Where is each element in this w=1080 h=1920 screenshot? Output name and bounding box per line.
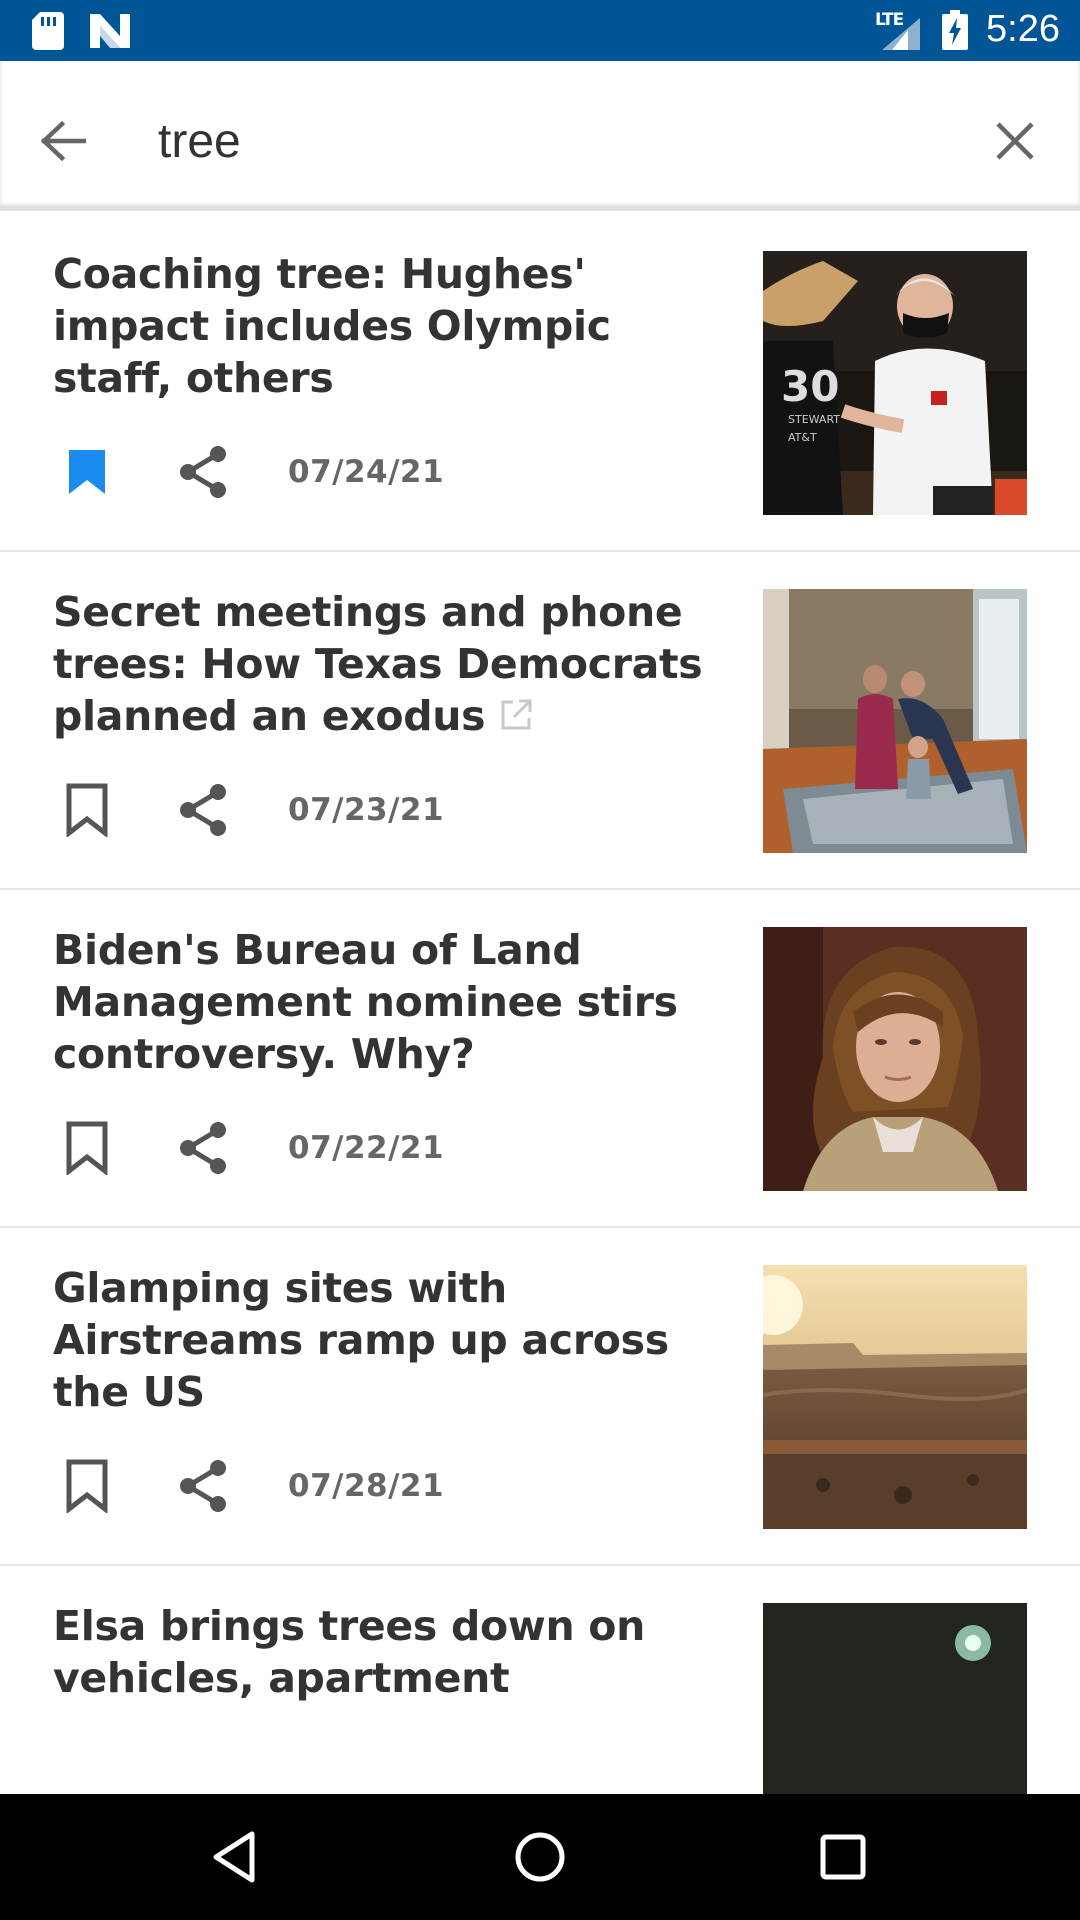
result-headline[interactable]: Glamping sites with Airstreams ramp up a…: [53, 1262, 723, 1418]
close-icon: [996, 122, 1034, 160]
result-item[interactable]: Glamping sites with Airstreams ramp up a…: [0, 1228, 1080, 1566]
basketball-coach-photo: 30 STEWART AT&T: [763, 251, 1027, 515]
result-actions: 07/23/21: [53, 780, 613, 840]
circle-home-icon[interactable]: [505, 1822, 575, 1892]
nominee-portrait-photo: [763, 927, 1027, 1191]
bookmark-button[interactable]: [59, 780, 115, 840]
result-actions: 07/24/21: [53, 442, 613, 502]
family-indoors-photo: [763, 589, 1027, 853]
search-header: [0, 61, 1080, 211]
battery-charging-icon: [942, 10, 968, 50]
result-date: 07/22/21: [288, 1130, 445, 1166]
result-thumbnail[interactable]: [763, 1265, 1027, 1529]
result-date: 07/28/21: [288, 1468, 445, 1504]
svg-text:AT&T: AT&T: [788, 431, 817, 444]
result-item[interactable]: Coaching tree: Hughes' impact includes O…: [0, 214, 1080, 552]
result-thumbnail[interactable]: 30 STEWART AT&T: [763, 251, 1027, 515]
result-item[interactable]: Elsa brings trees down on vehicles, apar…: [0, 1566, 1080, 1794]
search-results-list[interactable]: Coaching tree: Hughes' impact includes O…: [0, 214, 1080, 1794]
bookmark-filled-icon: [69, 450, 105, 494]
n-logo-icon: [90, 14, 130, 48]
bookmark-button[interactable]: [59, 1456, 115, 1516]
share-button[interactable]: [173, 1118, 233, 1178]
svg-text:STEWART: STEWART: [788, 413, 840, 426]
result-headline[interactable]: Coaching tree: Hughes' impact includes O…: [53, 248, 723, 404]
external-link-icon: [501, 699, 532, 730]
desert-sunset-photo: [763, 1265, 1027, 1529]
result-headline-text: Secret meetings and phone trees: How Tex…: [53, 588, 703, 740]
share-icon: [180, 1460, 226, 1512]
result-date: 07/23/21: [288, 792, 445, 828]
clock: 5:26: [986, 8, 1060, 50]
result-thumbnail[interactable]: [763, 927, 1027, 1191]
search-input[interactable]: [158, 109, 858, 173]
result-headline[interactable]: Elsa brings trees down on vehicles, apar…: [53, 1600, 723, 1704]
signal-icon: [882, 18, 920, 50]
share-icon: [180, 446, 226, 498]
screen: LTE 5:26 Coaching tree: Hughes' i: [0, 0, 1080, 1920]
bookmark-outline-icon: [66, 1121, 108, 1175]
bookmark-button[interactable]: [59, 1118, 115, 1178]
status-bar: LTE 5:26: [0, 0, 1080, 61]
system-nav-bar: [0, 1794, 1080, 1920]
share-icon: [180, 1122, 226, 1174]
bookmark-outline-icon: [66, 783, 108, 837]
bookmark-button[interactable]: [59, 442, 115, 502]
result-actions: 07/22/21: [53, 1118, 613, 1178]
result-thumbnail[interactable]: [763, 589, 1027, 853]
result-headline[interactable]: Secret meetings and phone trees: How Tex…: [53, 586, 723, 742]
result-item[interactable]: Biden's Bureau of Land Management nomine…: [0, 890, 1080, 1228]
result-item[interactable]: Secret meetings and phone trees: How Tex…: [0, 552, 1080, 890]
result-headline[interactable]: Biden's Bureau of Land Management nomine…: [53, 924, 723, 1080]
share-button[interactable]: [173, 780, 233, 840]
svg-text:30: 30: [781, 362, 839, 411]
result-date: 07/24/21: [288, 454, 445, 490]
sd-card-icon: [32, 12, 64, 50]
result-thumbnail[interactable]: [763, 1603, 1027, 1794]
result-actions: 07/28/21: [53, 1456, 613, 1516]
triangle-back-icon[interactable]: [202, 1822, 272, 1892]
share-button[interactable]: [173, 1456, 233, 1516]
square-recents-icon[interactable]: [808, 1822, 878, 1892]
arrow-left-icon: [40, 121, 86, 161]
clear-search-button[interactable]: [985, 111, 1045, 171]
share-icon: [180, 784, 226, 836]
back-button[interactable]: [30, 111, 96, 171]
bookmark-outline-icon: [66, 1459, 108, 1513]
share-button[interactable]: [173, 442, 233, 502]
storm-night-photo: [763, 1603, 1027, 1794]
